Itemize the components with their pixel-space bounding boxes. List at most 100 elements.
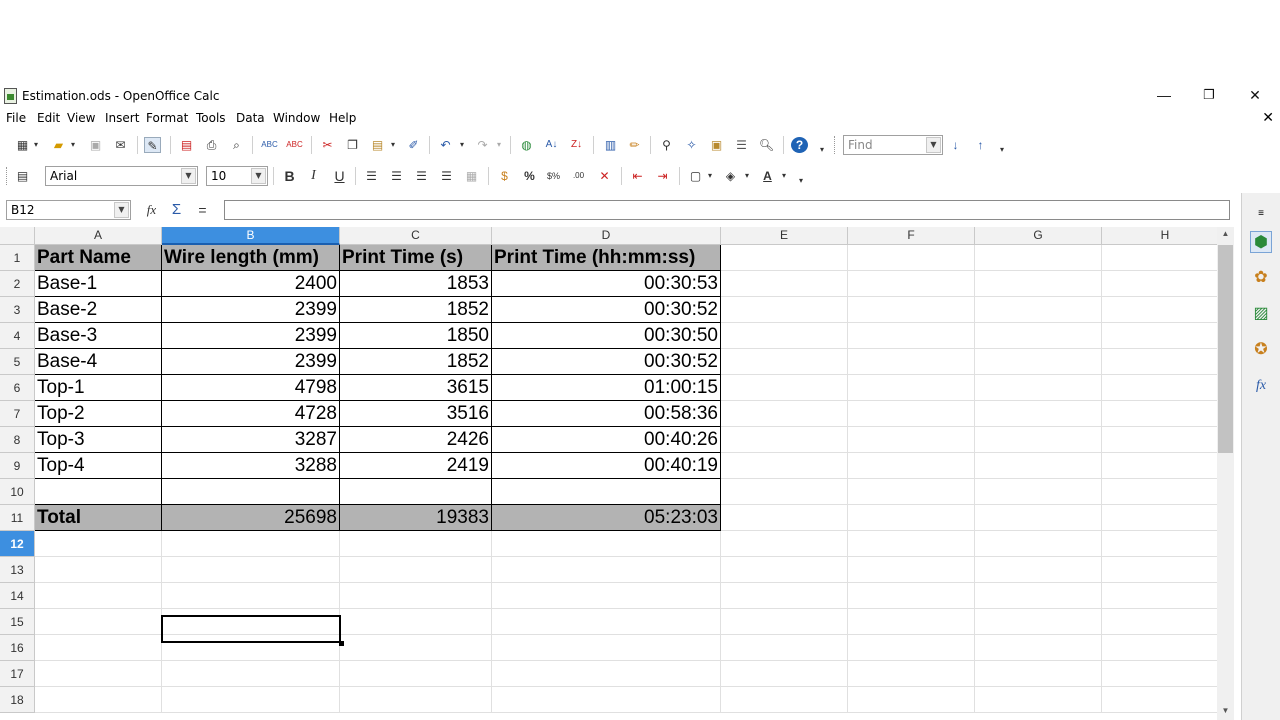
- cell-a11[interactable]: Total: [35, 505, 162, 531]
- cell-d3[interactable]: 00:30:52: [492, 297, 721, 323]
- standard-format-icon[interactable]: $%: [545, 168, 562, 184]
- restore-button[interactable]: ❐: [1186, 85, 1232, 107]
- column-header-d[interactable]: D: [492, 227, 721, 245]
- cell-c4[interactable]: 1850: [340, 323, 492, 349]
- formula-equals-icon[interactable]: =: [194, 202, 211, 218]
- cell-d2[interactable]: 00:30:53: [492, 271, 721, 297]
- cell-e10[interactable]: [721, 479, 848, 505]
- cell-c3[interactable]: 1852: [340, 297, 492, 323]
- borders-icon[interactable]: ▢: [687, 168, 704, 184]
- cell-d17[interactable]: [492, 661, 721, 687]
- cell-a14[interactable]: [35, 583, 162, 609]
- cell-a6[interactable]: Top-1: [35, 375, 162, 401]
- close-button[interactable]: ✕: [1232, 85, 1278, 107]
- row-header-13[interactable]: 13: [0, 557, 35, 583]
- cut-icon[interactable]: ✂: [319, 137, 336, 153]
- cell-d8[interactable]: 00:40:26: [492, 427, 721, 453]
- name-box-dropdown-icon[interactable]: ▼: [114, 202, 129, 218]
- styles-icon[interactable]: ▤: [14, 168, 31, 184]
- cell-a7[interactable]: Top-2: [35, 401, 162, 427]
- cell-h18[interactable]: [1102, 687, 1217, 713]
- cell-f4[interactable]: [848, 323, 975, 349]
- function-wizard-icon[interactable]: fx: [143, 202, 160, 218]
- close-document-icon[interactable]: ✕: [1262, 109, 1274, 126]
- navigator-sidebar-icon[interactable]: ✪: [1250, 339, 1272, 361]
- column-header-g[interactable]: G: [975, 227, 1102, 245]
- cell-b6[interactable]: 4798: [162, 375, 340, 401]
- find-next-icon[interactable]: ↓: [947, 137, 964, 153]
- cell-e5[interactable]: [721, 349, 848, 375]
- cell-c10[interactable]: [340, 479, 492, 505]
- cell-cursor-b12[interactable]: [161, 615, 344, 646]
- scroll-down-icon[interactable]: ▼: [1217, 706, 1234, 720]
- undo-icon[interactable]: ↶: [437, 137, 454, 153]
- datasources-icon[interactable]: ☰: [733, 137, 750, 153]
- cell-h9[interactable]: [1102, 453, 1217, 479]
- copy-icon[interactable]: ❐: [344, 137, 361, 153]
- row-header-3[interactable]: 3: [0, 297, 35, 323]
- cell-a4[interactable]: Base-3: [35, 323, 162, 349]
- row-header-5[interactable]: 5: [0, 349, 35, 375]
- cell-d16[interactable]: [492, 635, 721, 661]
- cell-b2[interactable]: 2400: [162, 271, 340, 297]
- menu-edit[interactable]: Edit: [37, 111, 60, 125]
- spellcheck-icon[interactable]: ABC: [261, 137, 278, 153]
- cell-b13[interactable]: [162, 557, 340, 583]
- cell-g4[interactable]: [975, 323, 1102, 349]
- menu-data[interactable]: Data: [236, 111, 265, 125]
- cell-b9[interactable]: 3288: [162, 453, 340, 479]
- row-header-18[interactable]: 18: [0, 687, 35, 713]
- paste-dropdown-icon[interactable]: ▾: [388, 137, 398, 153]
- cell-a5[interactable]: Base-4: [35, 349, 162, 375]
- cell-e8[interactable]: [721, 427, 848, 453]
- cell-e9[interactable]: [721, 453, 848, 479]
- align-right-icon[interactable]: ☰: [413, 168, 430, 184]
- row-header-8[interactable]: 8: [0, 427, 35, 453]
- cell-h11[interactable]: [1102, 505, 1217, 531]
- column-header-a[interactable]: A: [35, 227, 162, 245]
- cell-e14[interactable]: [721, 583, 848, 609]
- cell-h3[interactable]: [1102, 297, 1217, 323]
- cell-g13[interactable]: [975, 557, 1102, 583]
- cell-g12[interactable]: [975, 531, 1102, 557]
- cell-g1[interactable]: [975, 245, 1102, 271]
- merge-cells-icon[interactable]: ▦: [463, 168, 480, 184]
- row-header-7[interactable]: 7: [0, 401, 35, 427]
- cell-f16[interactable]: [848, 635, 975, 661]
- cell-d9[interactable]: 00:40:19: [492, 453, 721, 479]
- formula-input[interactable]: [224, 200, 1230, 220]
- select-all-corner[interactable]: [0, 227, 35, 245]
- cell-d12[interactable]: [492, 531, 721, 557]
- cell-a2[interactable]: Base-1: [35, 271, 162, 297]
- cell-d5[interactable]: 00:30:52: [492, 349, 721, 375]
- cell-a8[interactable]: Top-3: [35, 427, 162, 453]
- cell-b14[interactable]: [162, 583, 340, 609]
- decrease-indent-icon[interactable]: ⇤: [629, 168, 646, 184]
- currency-icon[interactable]: $: [496, 168, 513, 184]
- bold-icon[interactable]: B: [281, 168, 298, 184]
- cell-a17[interactable]: [35, 661, 162, 687]
- row-header-4[interactable]: 4: [0, 323, 35, 349]
- new-dropdown-icon[interactable]: ▾: [31, 137, 41, 153]
- cell-f13[interactable]: [848, 557, 975, 583]
- row-header-6[interactable]: 6: [0, 375, 35, 401]
- cell-h7[interactable]: [1102, 401, 1217, 427]
- formatting-overflow-icon[interactable]: ▾: [797, 173, 805, 189]
- cell-a3[interactable]: Base-2: [35, 297, 162, 323]
- menu-file[interactable]: File: [6, 111, 26, 125]
- cell-c7[interactable]: 3516: [340, 401, 492, 427]
- cell-e13[interactable]: [721, 557, 848, 583]
- cell-c14[interactable]: [340, 583, 492, 609]
- cell-c11[interactable]: 19383: [340, 505, 492, 531]
- cell-g9[interactable]: [975, 453, 1102, 479]
- cell-h1[interactable]: [1102, 245, 1217, 271]
- cell-d18[interactable]: [492, 687, 721, 713]
- row-header-17[interactable]: 17: [0, 661, 35, 687]
- cell-a18[interactable]: [35, 687, 162, 713]
- font-color-dropdown-icon[interactable]: ▾: [779, 168, 789, 184]
- cell-e6[interactable]: [721, 375, 848, 401]
- open-dropdown-icon[interactable]: ▾: [68, 137, 78, 153]
- redo-icon[interactable]: ↷: [474, 137, 491, 153]
- cell-b18[interactable]: [162, 687, 340, 713]
- cell-a15[interactable]: [35, 609, 162, 635]
